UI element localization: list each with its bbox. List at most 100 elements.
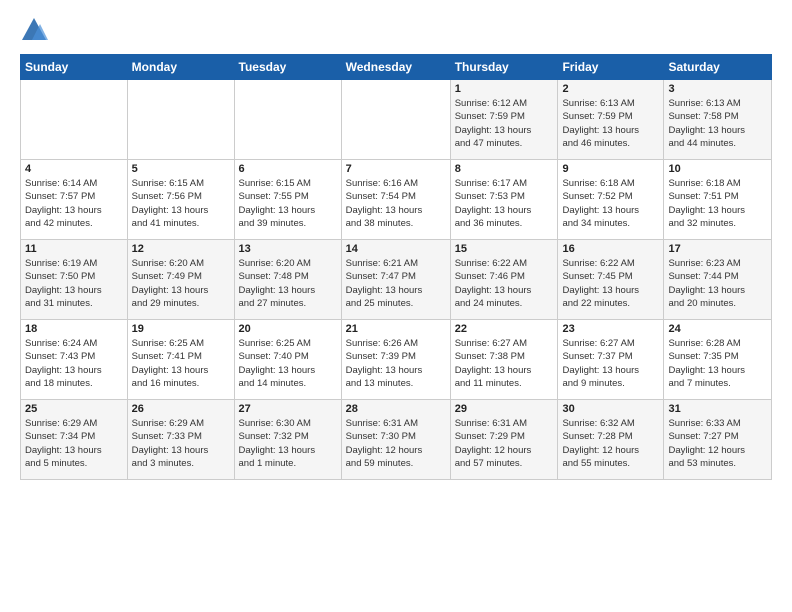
calendar-cell: 17 Sunrise: 6:23 AMSunset: 7:44 PMDayligh… xyxy=(664,240,772,320)
calendar-table: SundayMondayTuesdayWednesdayThursdayFrid… xyxy=(20,54,772,480)
day-number: 7 xyxy=(346,163,446,175)
day-info: Sunrise: 6:25 AMSunset: 7:40 PMDaylight:… xyxy=(239,337,337,390)
day-info: Sunrise: 6:14 AMSunset: 7:57 PMDaylight:… xyxy=(25,177,123,230)
calendar-cell: 28Sunrise: 6:31 AMSunset: 7:30 PMDayligh… xyxy=(341,400,450,480)
day-info: Sunrise: 6:27 AMSunset: 7:38 PMDaylight:… xyxy=(455,337,554,390)
calendar-cell xyxy=(234,80,341,160)
day-info: Sunrise: 6:31 AMSunset: 7:29 PMDaylight:… xyxy=(455,417,554,470)
day-info: Sunrise: 6:19 AMSunset: 7:50 PMDaylight:… xyxy=(25,257,123,310)
calendar-cell xyxy=(21,80,128,160)
weekday-wednesday: Wednesday xyxy=(341,55,450,80)
logo xyxy=(20,16,52,44)
calendar-cell: 24 Sunrise: 6:28 AMSunset: 7:35 PMDayligh… xyxy=(664,320,772,400)
day-info: Sunrise: 6:30 AMSunset: 7:32 PMDaylight:… xyxy=(239,417,337,470)
day-number: 31 xyxy=(668,403,767,415)
day-number: 21 xyxy=(346,323,446,335)
calendar-cell: 25Sunrise: 6:29 AMSunset: 7:34 PMDayligh… xyxy=(21,400,128,480)
day-number: 6 xyxy=(239,163,337,175)
calendar-cell: 4 Sunrise: 6:14 AMSunset: 7:57 PMDaylight… xyxy=(21,160,128,240)
day-info: Sunrise: 6:20 AMSunset: 7:48 PMDaylight:… xyxy=(239,257,337,310)
calendar-cell: 3 Sunrise: 6:13 AMSunset: 7:58 PMDaylight… xyxy=(664,80,772,160)
day-info: Sunrise: 6:20 AMSunset: 7:49 PMDaylight:… xyxy=(132,257,230,310)
logo-icon xyxy=(20,16,48,44)
calendar-cell: 15 Sunrise: 6:22 AMSunset: 7:46 PMDayligh… xyxy=(450,240,558,320)
day-info: Sunrise: 6:24 AMSunset: 7:43 PMDaylight:… xyxy=(25,337,123,390)
calendar-cell: 23Sunrise: 6:27 AMSunset: 7:37 PMDayligh… xyxy=(558,320,664,400)
calendar-cell: 19 Sunrise: 6:25 AMSunset: 7:41 PMDayligh… xyxy=(127,320,234,400)
day-info: Sunrise: 6:27 AMSunset: 7:37 PMDaylight:… xyxy=(562,337,659,390)
weekday-saturday: Saturday xyxy=(664,55,772,80)
weekday-monday: Monday xyxy=(127,55,234,80)
calendar-page: SundayMondayTuesdayWednesdayThursdayFrid… xyxy=(0,0,792,612)
day-number: 13 xyxy=(239,243,337,255)
weekday-sunday: Sunday xyxy=(21,55,128,80)
day-number: 18 xyxy=(25,323,123,335)
calendar-cell: 31Sunrise: 6:33 AMSunset: 7:27 PMDayligh… xyxy=(664,400,772,480)
day-number: 16 xyxy=(562,243,659,255)
day-number: 5 xyxy=(132,163,230,175)
weekday-thursday: Thursday xyxy=(450,55,558,80)
calendar-cell: 2Sunrise: 6:13 AMSunset: 7:59 PMDaylight… xyxy=(558,80,664,160)
calendar-cell: 6 Sunrise: 6:15 AMSunset: 7:55 PMDaylight… xyxy=(234,160,341,240)
day-number: 11 xyxy=(25,243,123,255)
weekday-friday: Friday xyxy=(558,55,664,80)
calendar-cell: 11 Sunrise: 6:19 AMSunset: 7:50 PMDayligh… xyxy=(21,240,128,320)
calendar-row: 1Sunrise: 6:12 AMSunset: 7:59 PMDaylight… xyxy=(21,80,772,160)
calendar-row: 18 Sunrise: 6:24 AMSunset: 7:43 PMDayligh… xyxy=(21,320,772,400)
calendar-cell: 1Sunrise: 6:12 AMSunset: 7:59 PMDaylight… xyxy=(450,80,558,160)
day-info: Sunrise: 6:25 AMSunset: 7:41 PMDaylight:… xyxy=(132,337,230,390)
day-info: Sunrise: 6:18 AMSunset: 7:51 PMDaylight:… xyxy=(668,177,767,230)
day-number: 3 xyxy=(668,83,767,95)
calendar-cell: 30Sunrise: 6:32 AMSunset: 7:28 PMDayligh… xyxy=(558,400,664,480)
calendar-cell: 27Sunrise: 6:30 AMSunset: 7:32 PMDayligh… xyxy=(234,400,341,480)
day-info: Sunrise: 6:15 AMSunset: 7:55 PMDaylight:… xyxy=(239,177,337,230)
calendar-cell: 29 Sunrise: 6:31 AMSunset: 7:29 PMDayligh… xyxy=(450,400,558,480)
calendar-cell: 10 Sunrise: 6:18 AMSunset: 7:51 PMDayligh… xyxy=(664,160,772,240)
day-number: 9 xyxy=(562,163,659,175)
calendar-row: 25Sunrise: 6:29 AMSunset: 7:34 PMDayligh… xyxy=(21,400,772,480)
calendar-cell: 13 Sunrise: 6:20 AMSunset: 7:48 PMDayligh… xyxy=(234,240,341,320)
day-info: Sunrise: 6:13 AMSunset: 7:59 PMDaylight:… xyxy=(562,97,659,150)
day-info: Sunrise: 6:28 AMSunset: 7:35 PMDaylight:… xyxy=(668,337,767,390)
day-info: Sunrise: 6:22 AMSunset: 7:45 PMDaylight:… xyxy=(562,257,659,310)
day-info: Sunrise: 6:29 AMSunset: 7:33 PMDaylight:… xyxy=(132,417,230,470)
calendar-cell: 18 Sunrise: 6:24 AMSunset: 7:43 PMDayligh… xyxy=(21,320,128,400)
day-number: 17 xyxy=(668,243,767,255)
day-number: 26 xyxy=(132,403,230,415)
day-number: 24 xyxy=(668,323,767,335)
day-number: 12 xyxy=(132,243,230,255)
calendar-cell: 22Sunrise: 6:27 AMSunset: 7:38 PMDayligh… xyxy=(450,320,558,400)
calendar-cell: 8 Sunrise: 6:17 AMSunset: 7:53 PMDaylight… xyxy=(450,160,558,240)
calendar-cell: 14Sunrise: 6:21 AMSunset: 7:47 PMDayligh… xyxy=(341,240,450,320)
day-number: 28 xyxy=(346,403,446,415)
day-info: Sunrise: 6:12 AMSunset: 7:59 PMDaylight:… xyxy=(455,97,554,150)
calendar-cell: 9 Sunrise: 6:18 AMSunset: 7:52 PMDaylight… xyxy=(558,160,664,240)
day-info: Sunrise: 6:29 AMSunset: 7:34 PMDaylight:… xyxy=(25,417,123,470)
calendar-cell: 21Sunrise: 6:26 AMSunset: 7:39 PMDayligh… xyxy=(341,320,450,400)
day-info: Sunrise: 6:32 AMSunset: 7:28 PMDaylight:… xyxy=(562,417,659,470)
day-info: Sunrise: 6:15 AMSunset: 7:56 PMDaylight:… xyxy=(132,177,230,230)
day-number: 19 xyxy=(132,323,230,335)
day-info: Sunrise: 6:23 AMSunset: 7:44 PMDaylight:… xyxy=(668,257,767,310)
day-number: 29 xyxy=(455,403,554,415)
calendar-cell: 5 Sunrise: 6:15 AMSunset: 7:56 PMDaylight… xyxy=(127,160,234,240)
day-number: 4 xyxy=(25,163,123,175)
day-info: Sunrise: 6:13 AMSunset: 7:58 PMDaylight:… xyxy=(668,97,767,150)
day-info: Sunrise: 6:22 AMSunset: 7:46 PMDaylight:… xyxy=(455,257,554,310)
day-number: 15 xyxy=(455,243,554,255)
day-info: Sunrise: 6:21 AMSunset: 7:47 PMDaylight:… xyxy=(346,257,446,310)
weekday-tuesday: Tuesday xyxy=(234,55,341,80)
calendar-cell: 20Sunrise: 6:25 AMSunset: 7:40 PMDayligh… xyxy=(234,320,341,400)
weekday-header-row: SundayMondayTuesdayWednesdayThursdayFrid… xyxy=(21,55,772,80)
day-info: Sunrise: 6:16 AMSunset: 7:54 PMDaylight:… xyxy=(346,177,446,230)
day-info: Sunrise: 6:17 AMSunset: 7:53 PMDaylight:… xyxy=(455,177,554,230)
day-number: 8 xyxy=(455,163,554,175)
calendar-cell xyxy=(341,80,450,160)
calendar-cell: 7 Sunrise: 6:16 AMSunset: 7:54 PMDaylight… xyxy=(341,160,450,240)
calendar-cell: 16 Sunrise: 6:22 AMSunset: 7:45 PMDayligh… xyxy=(558,240,664,320)
calendar-cell: 12 Sunrise: 6:20 AMSunset: 7:49 PMDayligh… xyxy=(127,240,234,320)
calendar-cell: 26 Sunrise: 6:29 AMSunset: 7:33 PMDayligh… xyxy=(127,400,234,480)
day-info: Sunrise: 6:18 AMSunset: 7:52 PMDaylight:… xyxy=(562,177,659,230)
calendar-cell xyxy=(127,80,234,160)
day-number: 10 xyxy=(668,163,767,175)
